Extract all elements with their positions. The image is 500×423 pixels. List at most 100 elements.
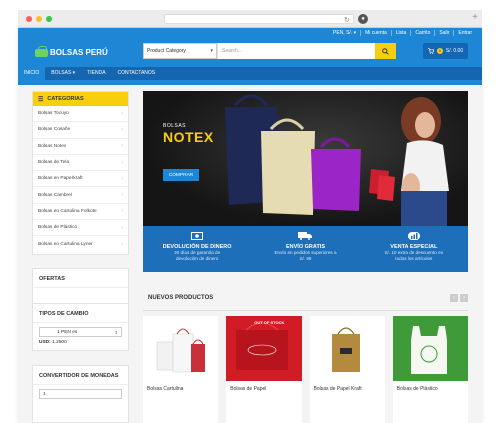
category-label: Bolsas en Paperkraft [38, 176, 83, 182]
money-icon [191, 232, 204, 240]
product-image[interactable] [392, 316, 468, 381]
new-tab-button[interactable]: + [472, 12, 478, 23]
category-label: Bolsas en Cartulina Lyner [38, 242, 93, 248]
my-account-link[interactable]: Mi cuenta [360, 30, 391, 36]
new-products-header: NUEVOS PRODUCTOS ‹ › [143, 286, 468, 311]
login-link[interactable]: Entrar [453, 30, 476, 36]
plastic-bag-image [410, 326, 447, 374]
chevron-right-icon: › [121, 208, 123, 215]
chevron-right-icon: › [121, 192, 123, 199]
bag-logo-icon [35, 45, 48, 57]
spinner-icon: ⇕ [114, 329, 118, 335]
red-paper-bag-image [236, 322, 289, 370]
category-label: Bolsas de Plástico [38, 225, 78, 231]
caret-down-icon: ▾ [210, 48, 213, 54]
checkout-link[interactable]: Salir [434, 30, 453, 36]
logo-text: BOLSAS PERÚ [50, 48, 108, 57]
category-item[interactable]: Bolsas Notex › [33, 139, 128, 155]
currency-converter-panel: CONVERTIDOR DE MONEDAS 1 [32, 365, 129, 423]
reload-icon[interactable]: ↻ [344, 16, 350, 24]
category-item[interactable]: Bolsas de Tela › [33, 155, 128, 172]
category-item[interactable]: Bolsas en Cartulina Folkote › [33, 204, 128, 221]
category-item[interactable]: Bolsas Cambrel › [33, 187, 128, 204]
site-logo[interactable]: BOLSAS PERÚ [35, 45, 108, 57]
site-header: PEN, S/. ▾ Mi cuenta Lista Carrito Salir… [18, 28, 482, 85]
product-name[interactable]: Bolsas de Plástico [397, 386, 438, 392]
product-card[interactable]: Bolsas de Papel Kraft [309, 316, 385, 423]
prev-arrow-icon[interactable]: ‹ [450, 294, 458, 302]
nav-inicio[interactable]: INICIO [18, 67, 46, 80]
category-label: Bolsas Cambrel [38, 192, 72, 198]
category-label: Bolsas de Tela [38, 160, 70, 166]
cart-icon [427, 48, 434, 54]
nav-contactanos[interactable]: CONTACTANOS [112, 67, 162, 80]
minimize-window-button[interactable] [36, 16, 42, 22]
currency-selector[interactable]: PEN, S/. ▾ [329, 30, 360, 36]
wishlist-link[interactable]: Lista [390, 30, 411, 36]
offers-title: OFERTAS [33, 269, 128, 288]
extension-icon[interactable]: ● [358, 14, 368, 24]
currency-converter-title: CONVERTIDOR DE MONEDAS [33, 366, 128, 385]
category-select[interactable]: Product Category ▾ [143, 43, 217, 59]
product-card[interactable]: Bolsas Cartulina [143, 316, 219, 423]
truck-icon [298, 232, 313, 240]
search-bar: Product Category ▾ Search... [143, 43, 396, 59]
category-item[interactable]: Bolsas en Cartulina Lyner › [33, 236, 128, 252]
category-item[interactable]: Bolsas Tocuyo › [33, 106, 128, 123]
chevron-right-icon: › [121, 241, 123, 248]
product-image[interactable] [143, 316, 218, 381]
products-carousel: Bolsas Cartulina OUT OF STOCK Bolsas de … [143, 316, 468, 423]
product-name[interactable]: Bolsas Cartulina [147, 386, 183, 392]
cardboard-bags-image [156, 328, 205, 373]
categories-panel: ☰ CATEGORIAS Bolsas Tocuyo › Bolsas Cosañ… [32, 91, 129, 255]
close-window-button[interactable] [26, 16, 32, 22]
category-item[interactable]: Bolsas Cosañe › [33, 122, 128, 139]
address-bar[interactable]: ↻ [164, 14, 354, 24]
exchange-rate-panel: TIPOS DE CAMBIO 1 PEN es ⇕ USD: 1.2500 [32, 303, 129, 351]
window-controls [26, 16, 52, 22]
chevron-right-icon: › [121, 159, 123, 166]
chevron-right-icon: › [121, 110, 123, 117]
usd-value: 1.2500 [52, 340, 67, 345]
feature-text-line2: S/. 99 [299, 255, 312, 261]
new-products-title: NUEVOS PRODUCTOS [148, 295, 214, 301]
chevron-right-icon: › [121, 175, 123, 182]
category-label: Bolsas Notex [38, 143, 67, 149]
features-strip: DEVOLUCIÓN DE DINERO 30 días de garantía… [143, 226, 468, 272]
cart-link[interactable]: Carrito [410, 30, 434, 36]
product-image[interactable] [310, 316, 385, 381]
nav-tienda[interactable]: TIENDA [81, 67, 111, 80]
usd-label: USD: [39, 340, 51, 345]
hero-banner[interactable]: BOLSAS NOTEX COMPRAR [143, 91, 468, 226]
bars-icon [407, 232, 420, 240]
category-select-value: Product Category [147, 48, 186, 54]
exchange-rate-title: TIPOS DE CAMBIO [33, 304, 128, 323]
product-image[interactable]: OUT OF STOCK [226, 316, 302, 381]
top-links: PEN, S/. ▾ Mi cuenta Lista Carrito Salir… [329, 30, 476, 36]
usd-rate: USD: 1.2500 [39, 340, 122, 345]
feature-free-shipping: ENVÍO GRATIS Envío en pedidos superiores… [251, 226, 359, 272]
kraft-paper-bag-image [331, 327, 360, 372]
maximize-window-button[interactable] [46, 16, 52, 22]
feature-text-line2: todos los artículos [395, 255, 433, 261]
next-arrow-icon[interactable]: › [460, 294, 468, 302]
search-button[interactable] [375, 43, 396, 59]
search-placeholder: Search... [222, 48, 243, 54]
category-item[interactable]: Bolsas en Paperkraft › [33, 171, 128, 188]
product-card[interactable]: Bolsas de Plástico [392, 316, 468, 423]
categories-title: CATEGORIAS [47, 96, 84, 102]
product-card[interactable]: OUT OF STOCK Bolsas de Papel [226, 316, 302, 423]
out-of-stock-label: OUT OF STOCK [254, 320, 285, 325]
cart-button[interactable]: 0 S/. 0.00 [423, 43, 468, 59]
search-input[interactable]: Search... [217, 43, 375, 59]
category-label: Bolsas Tocuyo [38, 111, 69, 117]
exchange-select[interactable]: 1 PEN es ⇕ [39, 327, 122, 337]
category-label: Bolsas en Cartulina Folkote [38, 208, 97, 214]
product-name[interactable]: Bolsas de Papel [230, 386, 266, 392]
feature-money-back: DEVOLUCIÓN DE DINERO 30 días de garantía… [143, 226, 251, 272]
product-name[interactable]: Bolsas de Papel Kraft [314, 386, 362, 392]
nav-bolsas[interactable]: BOLSAS ▾ [45, 67, 81, 80]
converter-amount-value: 1 [43, 391, 46, 397]
category-item[interactable]: Bolsas de Plástico › [33, 220, 128, 237]
converter-amount-input[interactable]: 1 [39, 389, 122, 399]
